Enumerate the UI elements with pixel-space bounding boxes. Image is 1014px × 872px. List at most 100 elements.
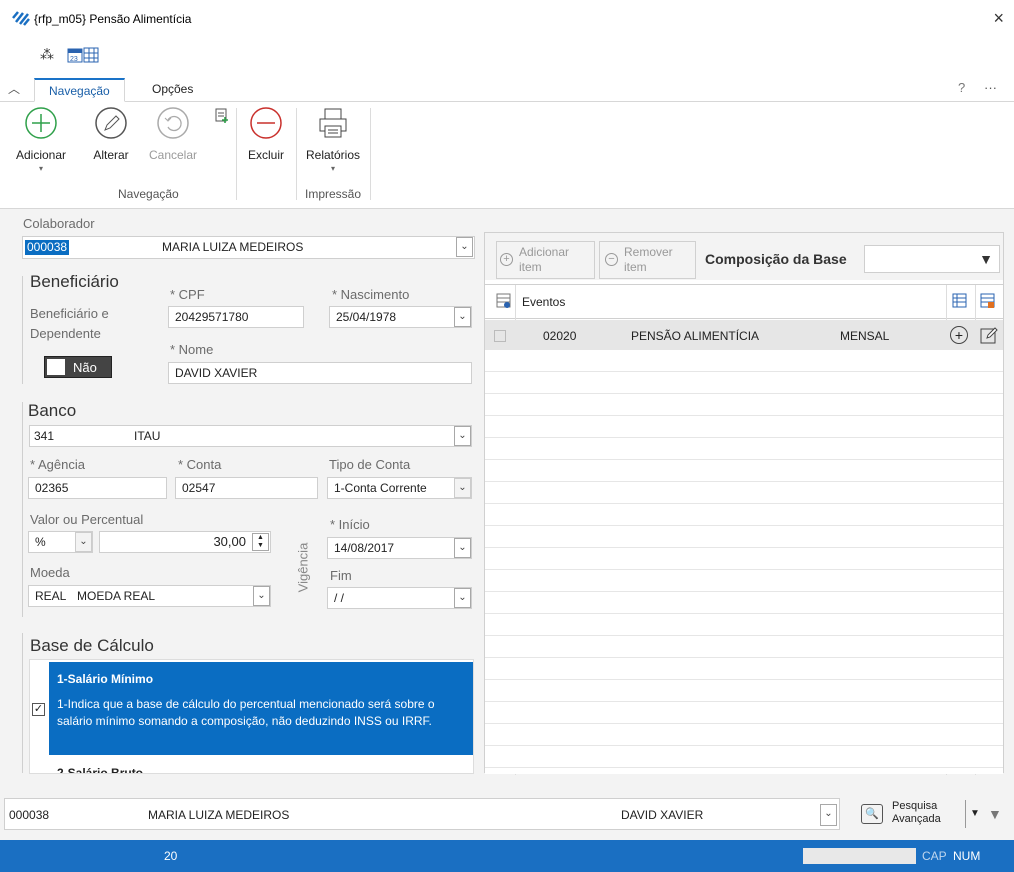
- nome-label: * Nome: [170, 342, 214, 357]
- moeda-label: Moeda: [30, 565, 70, 580]
- chevron-down-icon[interactable]: ⌄: [454, 588, 471, 608]
- tab-navegacao[interactable]: Navegação: [34, 78, 125, 102]
- colaborador-combo[interactable]: 000038 MARIA LUIZA MEDEIROS ⌄: [22, 236, 475, 259]
- excluir-button[interactable]: Excluir: [242, 106, 290, 162]
- help-icon[interactable]: ?: [958, 80, 965, 95]
- grid-icon[interactable]: [83, 47, 99, 63]
- dropdown-arrow-icon[interactable]: ▼: [970, 808, 980, 819]
- tipo-conta-label: Tipo de Conta: [329, 457, 411, 472]
- quick-access-bar: [0, 40, 1014, 72]
- excluir-label: Excluir: [247, 148, 284, 162]
- status-count: 20: [164, 849, 178, 863]
- banco-title: Banco: [28, 401, 77, 420]
- status-bar: 20 CAP NUM: [0, 840, 1014, 872]
- fim-field[interactable]: / / ⌄: [327, 587, 472, 609]
- fim-value: / /: [334, 591, 345, 605]
- filter-icon[interactable]: ▼: [988, 806, 1002, 822]
- moeda-combo[interactable]: REAL MOEDA REAL ⌄: [28, 585, 271, 607]
- chevron-down-icon[interactable]: ⌄: [820, 804, 837, 826]
- cancelar-button[interactable]: Cancelar: [144, 106, 202, 162]
- nascimento-field[interactable]: 25/04/1978 ⌄: [329, 306, 472, 328]
- agencia-field[interactable]: 02365: [28, 477, 167, 499]
- table-row[interactable]: 02020 PENSÃO ALIMENTÍCIA MENSAL +: [485, 320, 1003, 350]
- chevron-down-icon[interactable]: ⌄: [454, 426, 471, 446]
- inicio-label: * Início: [330, 517, 370, 532]
- undo-icon: [157, 107, 189, 139]
- conta-field[interactable]: 02547: [175, 477, 318, 499]
- cpf-field[interactable]: 20429571780: [168, 306, 304, 328]
- more-icon[interactable]: ···: [984, 80, 997, 95]
- tab-opcoes[interactable]: Opções: [138, 78, 207, 102]
- footer-separator: [965, 800, 966, 828]
- pesquisa-avancada-button[interactable]: 🔍 Pesquisa Avançada: [859, 798, 959, 830]
- nome-field[interactable]: DAVID XAVIER: [168, 362, 472, 384]
- grid-options-icon[interactable]: [496, 293, 512, 309]
- base-checkbox[interactable]: ✓: [32, 703, 45, 716]
- remover-item-label: Remover item: [624, 245, 673, 274]
- adicionar-button[interactable]: Adicionar ▾: [12, 106, 70, 173]
- footer-benef: DAVID XAVIER: [621, 808, 704, 822]
- add-circle-icon[interactable]: +: [950, 326, 968, 344]
- svg-text:23: 23: [70, 56, 78, 63]
- colaborador-code: 000038: [25, 240, 70, 255]
- base-item-selected[interactable]: 1-Salário Mínimo 1-Indica que a base de …: [49, 662, 473, 755]
- add-circle-icon: +: [500, 253, 513, 266]
- moeda-name: MOEDA REAL: [77, 589, 156, 603]
- chevron-down-icon[interactable]: ⌄: [75, 532, 92, 552]
- base-item-title: 2-Salário Bruto: [57, 766, 144, 774]
- chevron-down-icon[interactable]: ⌄: [454, 307, 471, 327]
- status-cap: CAP: [922, 849, 947, 863]
- moeda-code: REAL: [35, 589, 67, 603]
- nascimento-label: * Nascimento: [332, 287, 410, 302]
- banco-combo[interactable]: 341 ITAU ⌄: [29, 425, 472, 447]
- toggle-value: Não: [73, 360, 97, 375]
- composicao-search[interactable]: ▼: [864, 245, 1000, 273]
- unidade-select[interactable]: % ⌄: [28, 531, 93, 553]
- group-label-navegacao: Navegação: [118, 187, 179, 201]
- chevron-down-icon[interactable]: ⌄: [454, 478, 471, 498]
- adicionar-item-label: Adicionar item: [519, 245, 570, 274]
- filter-icon[interactable]: ▼: [979, 251, 993, 267]
- agencia-label: * Agência: [30, 457, 85, 472]
- calendar-icon[interactable]: 23: [67, 47, 83, 63]
- colaborador-label: Colaborador: [23, 216, 95, 231]
- section-line: [22, 276, 23, 384]
- valor-value: 30,00: [213, 534, 246, 549]
- toggle-knob: [47, 359, 65, 375]
- settings-grid-icon[interactable]: [980, 293, 996, 309]
- chevron-down-icon[interactable]: ⌄: [456, 237, 473, 257]
- alterar-label: Alterar: [93, 148, 129, 162]
- nascimento-value: 25/04/1978: [336, 310, 397, 324]
- clipboard-add-icon[interactable]: [214, 107, 230, 123]
- base-title: Base de Cálculo: [30, 636, 154, 655]
- export-grid-icon[interactable]: [952, 293, 968, 309]
- footer-colab: MARIA LUIZA MEDEIROS: [148, 808, 290, 822]
- chevron-down-icon[interactable]: ⌄: [454, 538, 471, 558]
- relatorios-button[interactable]: Relatórios ▾: [302, 106, 364, 173]
- cpf-label: * CPF: [170, 287, 205, 302]
- inicio-field[interactable]: 14/08/2017 ⌄: [327, 537, 472, 559]
- row-selector-icon: [494, 330, 506, 342]
- collapse-ribbon-icon[interactable]: ︿: [8, 80, 20, 97]
- collapse-icon[interactable]: ⁂: [40, 46, 54, 63]
- tipo-conta-select[interactable]: 1-Conta Corrente ⌄: [327, 477, 472, 499]
- ribbon-separator: [370, 108, 371, 200]
- adicionar-item-button[interactable]: + Adicionar item: [496, 241, 595, 279]
- spinner-icon[interactable]: ▲ ▼: [252, 533, 269, 551]
- remove-circle-icon: [250, 107, 282, 139]
- dependente-toggle[interactable]: Não: [44, 356, 112, 378]
- alterar-button[interactable]: Alterar: [86, 106, 136, 162]
- valor-field[interactable]: 30,00 ▲ ▼: [99, 531, 271, 553]
- close-button[interactable]: ×: [993, 8, 1004, 29]
- pesquisa-avancada-label: Pesquisa Avançada: [892, 800, 941, 825]
- app-logo-icon: [12, 10, 30, 26]
- base-list[interactable]: 1-Salário Mínimo 1-Indica que a base de …: [29, 659, 474, 774]
- record-navigator[interactable]: 000038 MARIA LUIZA MEDEIROS DAVID XAVIER…: [4, 798, 840, 830]
- edit-icon[interactable]: [980, 326, 998, 344]
- beneficiario-title: Beneficiário: [30, 272, 119, 291]
- remover-item-button[interactable]: − Remover item: [599, 241, 696, 279]
- group-label-impressao: Impressão: [305, 187, 362, 201]
- chevron-down-icon[interactable]: ⌄: [253, 586, 270, 606]
- edit-pencil-icon: [95, 107, 127, 139]
- progress-bar: [803, 848, 916, 864]
